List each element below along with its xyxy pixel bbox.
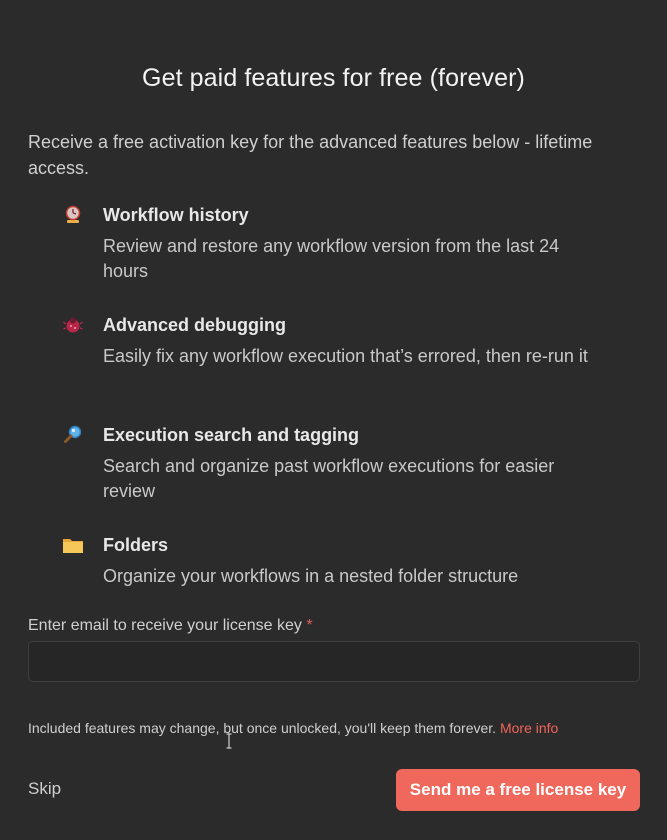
feature-title: Advanced debugging bbox=[103, 315, 287, 335]
feature-title: Folders bbox=[103, 535, 169, 555]
skip-button[interactable]: Skip bbox=[28, 779, 61, 799]
more-info-link[interactable]: More info bbox=[500, 720, 558, 736]
magnifier-icon bbox=[62, 424, 84, 446]
feature-description: Review and restore any workflow version … bbox=[103, 236, 560, 281]
email-label-text: Enter email to receive your license key bbox=[28, 617, 302, 634]
modal-title: Get paid features for free (forever) bbox=[142, 64, 525, 92]
clock-icon bbox=[62, 204, 84, 226]
license-key-modal: Get paid features for free (forever) Rec… bbox=[0, 0, 667, 840]
feature-description: Organize your workflows in a nested fold… bbox=[103, 566, 519, 586]
feature-description: Search and organize past workflow execut… bbox=[103, 456, 555, 501]
email-field[interactable] bbox=[28, 641, 640, 682]
send-license-key-button[interactable]: Send me a free license key bbox=[396, 769, 640, 811]
footnote: Included features may change, but once u… bbox=[28, 720, 558, 736]
footnote-text: Included features may change, but once u… bbox=[28, 720, 497, 736]
email-field-label: Enter email to receive your license key … bbox=[28, 617, 313, 635]
folder-icon bbox=[62, 534, 84, 556]
feature-description: Easily fix any workflow execution that’s… bbox=[103, 346, 588, 366]
feature-title: Workflow history bbox=[103, 205, 249, 225]
modal-intro: Receive a free activation key for the ad… bbox=[28, 132, 593, 178]
feature-title: Execution search and tagging bbox=[103, 425, 360, 445]
required-marker: * bbox=[306, 617, 313, 634]
text-cursor-icon bbox=[226, 733, 232, 749]
bug-icon bbox=[62, 314, 84, 336]
